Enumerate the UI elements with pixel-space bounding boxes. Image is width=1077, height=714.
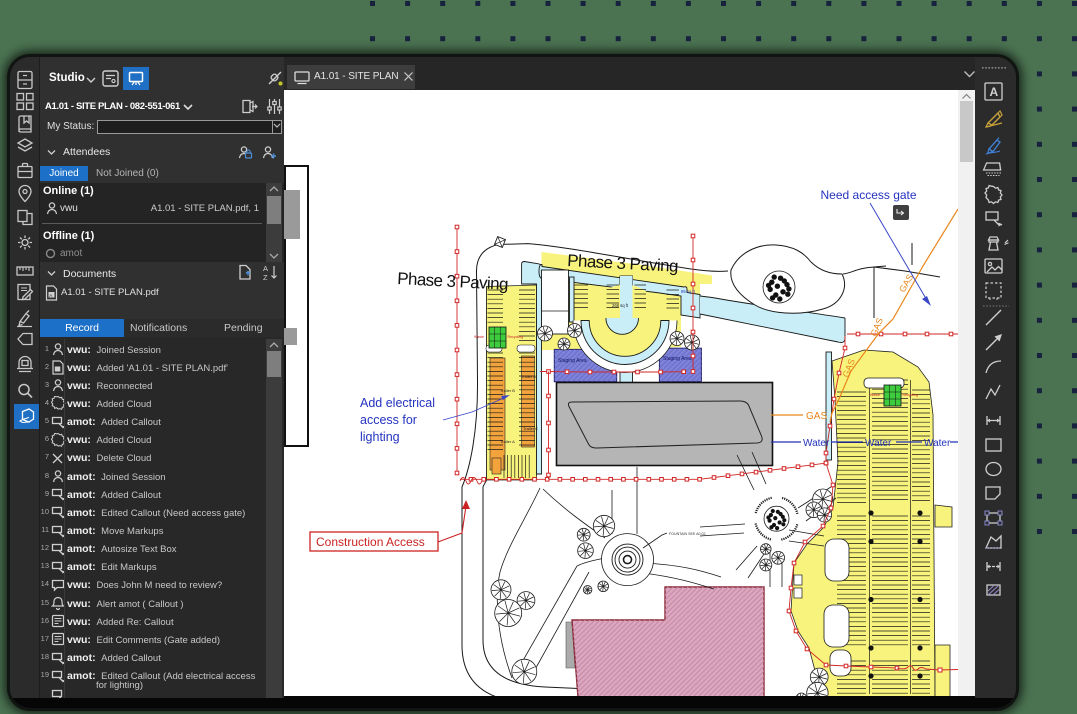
- svg-text:Waste: Waste: [870, 393, 880, 397]
- svg-text:A: A: [49, 293, 52, 298]
- svg-text:Water: Water: [865, 438, 892, 449]
- svg-text:Recycling: Recycling: [903, 393, 919, 397]
- svg-text:Need access gate: Need access gate: [821, 188, 917, 202]
- svg-text:Trailer C: Trailer C: [523, 426, 538, 431]
- svg-text:GAS: GAS: [806, 411, 827, 422]
- svg-text:Waste: Waste: [474, 335, 484, 339]
- svg-text:FOUNTAIN SEE A0.02: FOUNTAIN SEE A0.02: [669, 532, 705, 536]
- svg-text:Staging Area: Staging Area: [558, 358, 587, 364]
- svg-text:Add electrical: Add electrical: [360, 396, 435, 410]
- svg-text:A: A: [990, 85, 999, 99]
- svg-text:lighting: lighting: [360, 430, 400, 444]
- svg-text:access for: access for: [360, 413, 417, 427]
- svg-text:A: A: [263, 264, 268, 273]
- svg-text:95 sq ft: 95 sq ft: [681, 289, 696, 294]
- svg-text:Z: Z: [263, 273, 268, 281]
- svg-text:Trailer A: Trailer A: [500, 439, 515, 444]
- svg-text:Water: Water: [924, 438, 951, 449]
- svg-text:Recycling: Recycling: [508, 335, 524, 339]
- svg-text:268 sq ft: 268 sq ft: [612, 303, 629, 308]
- svg-text:Phase 3 Paving: Phase 3 Paving: [397, 269, 509, 294]
- svg-text:Water: Water: [803, 438, 830, 449]
- svg-text:Construction Access: Construction Access: [316, 535, 425, 549]
- svg-text:Staging Area: Staging Area: [663, 356, 692, 362]
- svg-text:Trailer D: Trailer D: [521, 374, 536, 379]
- svg-text:Trailer B: Trailer B: [500, 388, 515, 393]
